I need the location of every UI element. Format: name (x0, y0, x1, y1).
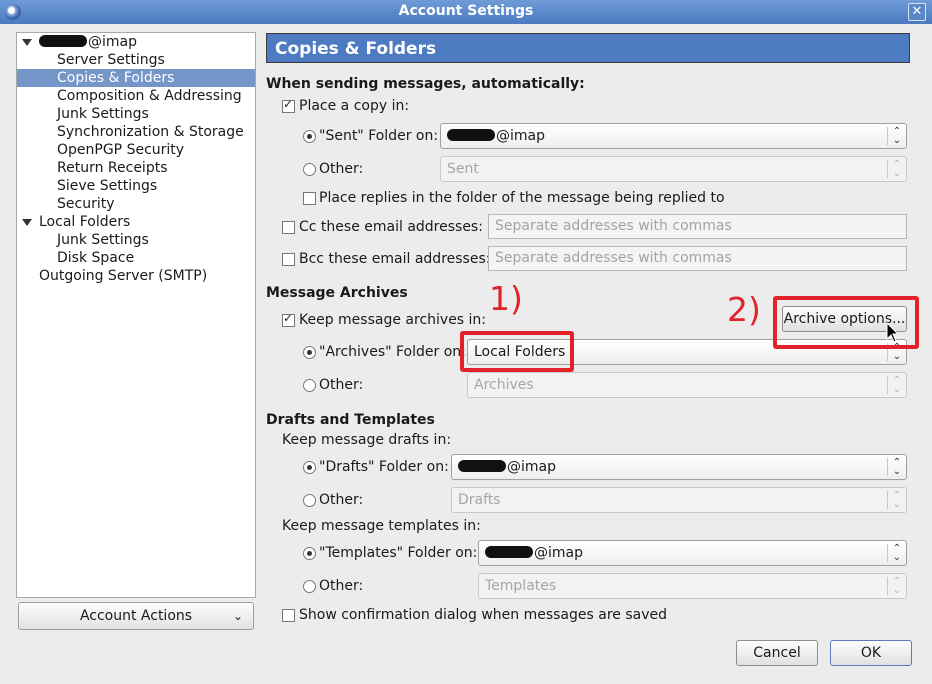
archives-other-select[interactable]: Archives ⌃ ⌄ (467, 372, 907, 398)
replies-checkbox[interactable] (303, 192, 316, 205)
tree-local-folders[interactable]: Local Folders (39, 213, 130, 231)
ok-button[interactable]: OK (830, 640, 912, 666)
highlight-box-one (460, 331, 574, 372)
updown-icon: ⌃ ⌄ (887, 491, 906, 510)
place-copy-label: Place a copy in: (299, 98, 410, 114)
chevron-down-icon: ⌄ (232, 609, 243, 623)
expand-triangle-icon[interactable] (22, 219, 32, 226)
templates-folder-radio[interactable] (303, 547, 316, 560)
templates-other-label: Other: (319, 578, 364, 594)
sending-heading: When sending messages, automatically: (266, 76, 585, 92)
mouse-cursor-icon (886, 322, 900, 343)
redacted-name (39, 35, 87, 47)
archives-other-radio[interactable] (303, 379, 316, 392)
tree-item-sync[interactable]: Synchronization & Storage (57, 123, 244, 141)
sent-other-radio[interactable] (303, 163, 316, 176)
place-copy-checkbox[interactable] (282, 97, 295, 113)
templates-other-select[interactable]: Templates ⌃ ⌄ (478, 573, 907, 599)
archives-heading: Message Archives (266, 285, 408, 301)
keep-templates-label: Keep message templates in: (282, 518, 481, 534)
annotation-two: 2) (727, 290, 761, 329)
drafts-folder-radio[interactable] (303, 461, 316, 474)
updown-icon: ⌃ ⌄ (887, 376, 906, 395)
drafts-other-radio[interactable] (303, 494, 316, 507)
bcc-label: Bcc these email addresses: (299, 251, 491, 267)
drafts-other-select[interactable]: Drafts ⌃ ⌄ (451, 487, 907, 513)
redacted-name (485, 546, 533, 558)
templates-other-radio[interactable] (303, 580, 316, 593)
tree-item-openpgp[interactable]: OpenPGP Security (57, 141, 184, 159)
keep-archives-checkbox[interactable] (282, 311, 295, 327)
sent-folder-radio[interactable] (303, 130, 316, 143)
drafts-folder-label: "Drafts" Folder on: (319, 459, 449, 475)
tree-item-receipts[interactable]: Return Receipts (57, 159, 168, 177)
templates-folder-select[interactable]: @imap ⌃ ⌄ (478, 540, 907, 566)
sent-other-select[interactable]: Sent ⌃ ⌄ (440, 156, 907, 182)
sent-folder-label: "Sent" Folder on: (319, 128, 439, 144)
drafts-folder-select[interactable]: @imap ⌃ ⌄ (451, 454, 907, 480)
tree-item-outgoing[interactable]: Outgoing Server (SMTP) (39, 267, 207, 285)
updown-icon: ⌃ ⌄ (887, 160, 906, 179)
tree-item-junk[interactable]: Junk Settings (57, 105, 149, 123)
cc-input[interactable]: Separate addresses with commas (488, 214, 907, 239)
templates-folder-label: "Templates" Folder on: (319, 545, 478, 561)
tree-item-server-settings[interactable]: Server Settings (57, 51, 165, 69)
confirm-checkbox[interactable] (282, 609, 295, 622)
redacted-name (458, 460, 506, 472)
tree-item-local-junk[interactable]: Junk Settings (57, 231, 149, 249)
tree-item-sieve[interactable]: Sieve Settings (57, 177, 157, 195)
sent-other-label: Other: (319, 161, 364, 177)
account-tree[interactable]: @imap Server Settings Copies & Folders C… (16, 32, 256, 598)
cc-checkbox[interactable] (282, 221, 295, 234)
archives-other-label: Other: (319, 377, 364, 393)
bcc-input[interactable]: Separate addresses with commas (488, 246, 907, 271)
tree-item-copies-folders[interactable]: Copies & Folders (17, 69, 255, 87)
drafts-other-label: Other: (319, 492, 364, 508)
cancel-button[interactable]: Cancel (736, 640, 818, 666)
account-actions-button[interactable]: Account Actions ⌄ (18, 602, 254, 630)
updown-icon: ⌃ ⌄ (887, 127, 906, 146)
updown-icon: ⌃ ⌄ (887, 577, 906, 596)
tree-item-disk-space[interactable]: Disk Space (57, 249, 134, 267)
keep-drafts-label: Keep message drafts in: (282, 432, 452, 448)
close-icon[interactable]: ✕ (908, 3, 926, 21)
confirm-label: Show confirmation dialog when messages a… (299, 607, 667, 623)
archives-folder-label: "Archives" Folder on: (319, 344, 466, 360)
page-title: Copies & Folders (266, 33, 910, 63)
title-bar: Account Settings ✕ (0, 0, 932, 24)
sent-folder-select[interactable]: @imap ⌃ ⌄ (440, 123, 907, 149)
bcc-checkbox[interactable] (282, 253, 295, 266)
annotation-one: 1) (489, 279, 523, 318)
updown-icon: ⌃ ⌄ (887, 458, 906, 477)
window-title: Account Settings (398, 3, 534, 19)
keep-archives-label: Keep message archives in: (299, 312, 487, 328)
expand-triangle-icon[interactable] (22, 39, 32, 46)
tree-item-composition[interactable]: Composition & Addressing (57, 87, 242, 105)
cc-label: Cc these email addresses: (299, 219, 483, 235)
tree-item-security[interactable]: Security (57, 195, 115, 213)
updown-icon: ⌃ ⌄ (887, 544, 906, 563)
tree-account[interactable]: @imap (39, 33, 137, 51)
replies-label: Place replies in the folder of the messa… (319, 190, 725, 206)
archives-folder-radio[interactable] (303, 346, 316, 359)
drafts-heading: Drafts and Templates (266, 412, 435, 428)
redacted-name (447, 129, 495, 141)
